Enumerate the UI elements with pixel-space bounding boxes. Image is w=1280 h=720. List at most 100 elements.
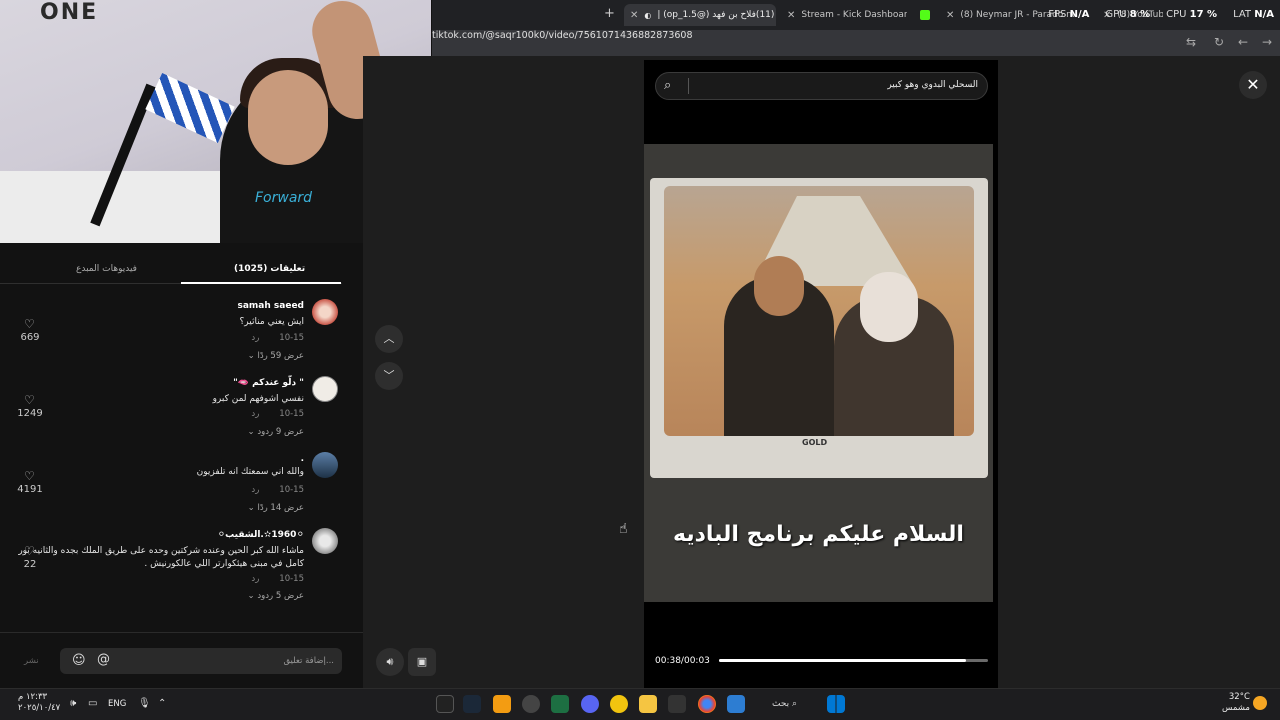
tab-tiktok[interactable]: ✕ ◐ (11)فلاح بن فهد (@op_1.5) | — [624, 4, 776, 26]
avatar[interactable] — [312, 299, 338, 325]
view-replies-button[interactable]: عرض 5 ردود ⌄ — [248, 591, 304, 601]
comment-text: نفسي اشوفهم لمن كبرو — [212, 394, 304, 404]
chat-app-icon[interactable] — [610, 695, 628, 713]
like-count: 22 — [23, 559, 37, 570]
heart-icon[interactable]: ♡ — [24, 317, 35, 331]
chevron-up-icon[interactable]: ⌃ — [158, 698, 166, 709]
emoji-icon[interactable]: ☺ — [72, 653, 86, 668]
reply-button[interactable]: رد — [251, 333, 259, 343]
speaker-icon: 🔊︎ — [386, 655, 394, 668]
comments-panel: تعليقات (1025) فيديوهات المبدع samah sae… — [0, 243, 363, 688]
kick-tab-favicon[interactable] — [920, 4, 940, 26]
post-button[interactable]: نشر — [24, 656, 39, 666]
reload-icon[interactable]: ↻ — [1214, 35, 1224, 49]
reply-button[interactable]: رد — [251, 409, 259, 419]
heart-icon[interactable]: ♡ — [24, 469, 35, 483]
active-tab-indicator — [181, 282, 341, 284]
lat-stat: LAT N/A — [1233, 9, 1274, 20]
steam-icon[interactable] — [463, 695, 481, 713]
app-icon[interactable] — [493, 695, 511, 713]
tab-kick-dashboard[interactable]: ✕ Stream - Kick Dashboard — [787, 4, 907, 26]
previous-video-button[interactable]: ︿ — [375, 325, 403, 353]
app-icon[interactable] — [668, 695, 686, 713]
store-icon[interactable] — [727, 695, 745, 713]
comment-author[interactable]: ⚪1960✫.الشقيب⚪ — [218, 530, 304, 540]
tab-tiktok-label: (11)فلاح بن فهد (@op_1.5) | — [657, 10, 775, 20]
comments-tabs: تعليقات (1025) فيديوهات المبدع — [0, 256, 342, 284]
like-count: 4191 — [17, 484, 43, 495]
comment-date: 10-15 — [279, 485, 304, 495]
taskbar-search[interactable]: بحث ⌕ — [772, 699, 797, 709]
audio-icon[interactable]: ◐ — [644, 11, 651, 20]
comment-meta: رد 10-15 — [251, 333, 304, 343]
close-tab-icon[interactable]: ✕ — [630, 10, 638, 21]
child-right-head — [860, 272, 918, 342]
heart-icon[interactable]: ♡ — [24, 544, 35, 558]
comment-author[interactable]: " دلّو عندكم 🫦" — [233, 378, 304, 388]
site-settings-icon[interactable]: ⇆ — [1186, 35, 1196, 49]
chrome-icon[interactable] — [698, 695, 716, 713]
comment-meta: رد 10-15 — [251, 574, 304, 584]
network-icon[interactable]: ▭ — [88, 698, 97, 709]
picture-in-picture-button[interactable]: ▣ — [408, 648, 436, 676]
language-indicator[interactable]: ENG — [108, 699, 126, 709]
search-icon[interactable]: ⌕ — [664, 78, 671, 93]
close-tab-icon[interactable]: ✕ — [946, 10, 954, 21]
temperature: 32°C — [1228, 692, 1250, 702]
clock[interactable]: ١٢:٣٣ م ٢٠٢٥/١٠/٤٧ — [18, 692, 60, 714]
progress-bar[interactable] — [719, 659, 988, 662]
discord-icon[interactable] — [581, 695, 599, 713]
volume-tray-icon[interactable]: 🕪︎ — [70, 698, 76, 709]
obs-icon[interactable] — [522, 695, 540, 713]
new-tab-button[interactable]: + — [604, 6, 615, 21]
tab-creator-videos[interactable]: فيديوهات المبدع — [76, 264, 137, 274]
comment-author[interactable]: samah saeed — [237, 301, 304, 311]
volume-button[interactable]: 🔊︎ — [376, 648, 404, 676]
epic-games-icon[interactable] — [436, 695, 454, 713]
weather-widget[interactable]: 32°C مشمس — [1222, 692, 1250, 714]
view-replies-button[interactable]: عرض 9 ردود ⌄ — [248, 427, 304, 437]
microphone-icon[interactable]: 🎙︎ — [138, 698, 151, 709]
clock-time: ١٢:٣٣ م — [18, 692, 48, 702]
tv-brand: GOLD — [802, 438, 828, 447]
comment-date: 10-15 — [279, 409, 304, 419]
address-bar: tiktok.com/@saqr100k0/video/756107143688… — [432, 30, 1280, 56]
reply-button[interactable]: رد — [251, 574, 259, 584]
gpu-stat: GPU 8 % — [1105, 9, 1151, 20]
comment-date: 10-15 — [279, 574, 304, 584]
like-count: 1249 — [17, 408, 43, 419]
close-tab-icon[interactable]: ✕ — [787, 10, 795, 21]
tab-comments[interactable]: تعليقات (1025) — [234, 264, 305, 274]
file-explorer-icon[interactable] — [639, 695, 657, 713]
progress-fill — [719, 659, 967, 662]
search-query: السحلي البدوي وهو كبير — [887, 80, 978, 90]
comment-meta: رد 10-15 — [251, 485, 304, 495]
view-replies-button[interactable]: عرض 59 ردًا ⌄ — [248, 351, 304, 361]
hand-cursor-icon: ☝ — [619, 521, 628, 537]
reply-button[interactable]: رد — [251, 485, 259, 495]
avatar[interactable] — [312, 376, 338, 402]
mention-icon[interactable]: @ — [97, 652, 110, 667]
sun-icon — [1253, 696, 1267, 710]
forward-icon[interactable]: → — [1262, 35, 1272, 49]
tv-screen — [664, 186, 974, 436]
comment-date: 10-15 — [279, 333, 304, 343]
close-button[interactable]: ✕ — [1239, 71, 1267, 99]
next-video-button[interactable]: ﹀ — [375, 362, 403, 390]
view-replies-button[interactable]: عرض 14 ردًا ⌄ — [248, 503, 304, 513]
heart-icon[interactable]: ♡ — [24, 393, 35, 407]
comment-placeholder: إضافة تعليق... — [283, 656, 334, 666]
excel-icon[interactable] — [551, 695, 569, 713]
flag — [145, 72, 235, 144]
avatar[interactable] — [312, 452, 338, 478]
back-icon[interactable]: ← — [1238, 35, 1248, 49]
windows-start-icon[interactable] — [827, 695, 845, 713]
avatar[interactable] — [312, 528, 338, 554]
url-field[interactable]: tiktok.com/@saqr100k0/video/756107143688… — [432, 30, 1280, 41]
tab-kick-label: Stream - Kick Dashboard — [801, 10, 907, 20]
shirt-logo: Forward — [255, 190, 313, 206]
comment-text: ايش يعني مناثير؟ — [239, 317, 304, 327]
close-icon: ✕ — [1246, 75, 1260, 94]
comment-author[interactable]: . — [301, 454, 304, 464]
tv-set: GOLD — [650, 178, 988, 478]
